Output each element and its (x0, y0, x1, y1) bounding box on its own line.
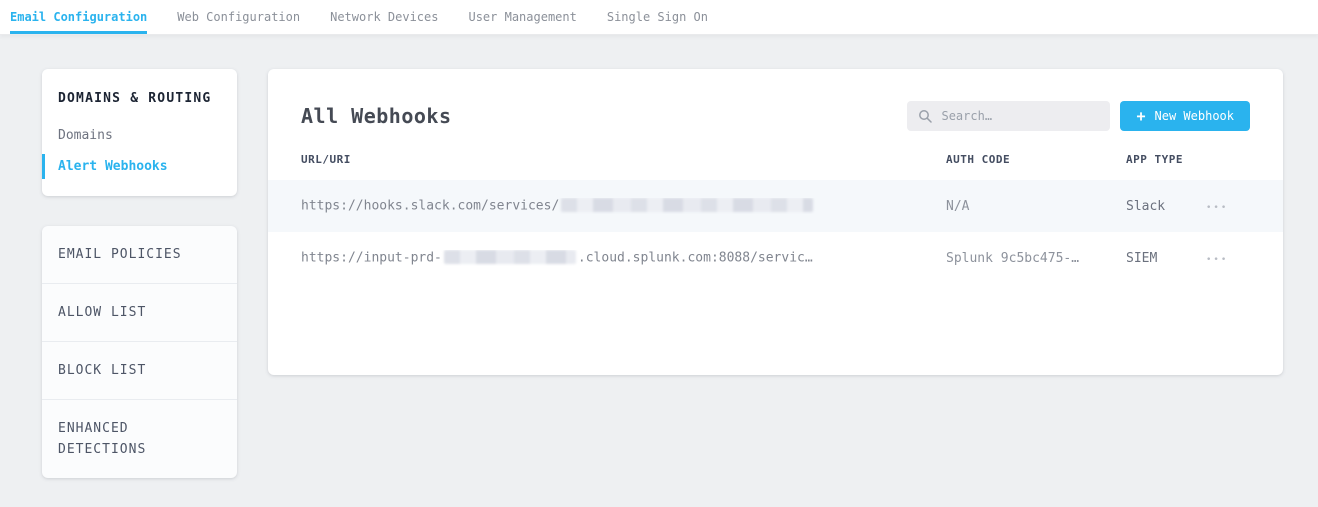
search-input[interactable] (941, 109, 1099, 123)
page-title: All Webhooks (301, 104, 452, 128)
tab-email-configuration[interactable]: Email Configuration (10, 0, 147, 34)
new-webhook-label: New Webhook (1155, 109, 1234, 123)
tab-network-devices[interactable]: Network Devices (330, 0, 438, 34)
app-type: Slack (1126, 199, 1206, 214)
sidebar-item-block-list[interactable]: BLOCK LIST (42, 342, 237, 400)
app-type: SIEM (1126, 251, 1206, 266)
column-header-app-type: APP TYPE (1126, 153, 1206, 166)
tab-user-management[interactable]: User Management (468, 0, 576, 34)
url-text: .cloud.splunk.com:8088/servic… (578, 251, 813, 266)
sidebar-item-domains[interactable]: Domains (58, 120, 221, 151)
column-header-auth-code: AUTH CODE (946, 153, 1126, 166)
url-text: https://hooks.slack.com/services/ (301, 199, 559, 214)
auth-code: Splunk 9c5bc475-… (946, 251, 1126, 266)
sidebar: DOMAINS & ROUTING Domains Alert Webhooks… (42, 69, 237, 478)
sidebar-sections-card: EMAIL POLICIES ALLOW LIST BLOCK LIST ENH… (42, 226, 237, 478)
table-row[interactable]: https://input-prd- .cloud.splunk.com:8088… (268, 232, 1283, 284)
table-row[interactable]: https://hooks.slack.com/services/ N/A Sl… (268, 180, 1283, 232)
panel-header: All Webhooks + New Webhook (301, 101, 1250, 131)
sidebar-item-email-policies[interactable]: EMAIL POLICIES (42, 226, 237, 284)
domains-routing-card: DOMAINS & ROUTING Domains Alert Webhooks (42, 69, 237, 196)
sidebar-section-title: DOMAINS & ROUTING (58, 91, 221, 106)
webhooks-panel: All Webhooks + New Webhook (268, 69, 1283, 375)
content-area: DOMAINS & ROUTING Domains Alert Webhooks… (0, 35, 1318, 478)
webhook-url: https://input-prd- .cloud.splunk.com:8088… (301, 250, 946, 266)
auth-code: N/A (946, 199, 1126, 214)
plus-icon: + (1136, 109, 1145, 124)
search-box (907, 101, 1110, 131)
row-actions: ••• (1206, 251, 1250, 266)
sidebar-item-allow-list[interactable]: ALLOW LIST (42, 284, 237, 342)
webhook-url: https://hooks.slack.com/services/ (301, 198, 946, 214)
app-root: Email Configuration Web Configuration Ne… (0, 0, 1318, 478)
sidebar-item-enhanced-detections[interactable]: ENHANCED DETECTIONS (42, 400, 237, 478)
new-webhook-button[interactable]: + New Webhook (1120, 101, 1250, 131)
row-menu-icon[interactable]: ••• (1206, 203, 1228, 213)
redacted-url-segment (444, 250, 576, 264)
sidebar-item-alert-webhooks[interactable]: Alert Webhooks (58, 151, 221, 182)
row-actions: ••• (1206, 199, 1250, 214)
tab-web-configuration[interactable]: Web Configuration (177, 0, 300, 34)
redacted-url-segment (561, 198, 813, 212)
url-text: https://input-prd- (301, 251, 442, 266)
header-actions: + New Webhook (907, 101, 1250, 131)
search-icon (918, 109, 932, 123)
row-menu-icon[interactable]: ••• (1206, 255, 1228, 265)
webhooks-table: URL/URI AUTH CODE APP TYPE https://hooks… (301, 153, 1250, 284)
tab-single-sign-on[interactable]: Single Sign On (607, 0, 708, 34)
top-nav: Email Configuration Web Configuration Ne… (0, 0, 1318, 35)
table-header-row: URL/URI AUTH CODE APP TYPE (301, 153, 1250, 180)
column-header-url: URL/URI (301, 153, 946, 166)
